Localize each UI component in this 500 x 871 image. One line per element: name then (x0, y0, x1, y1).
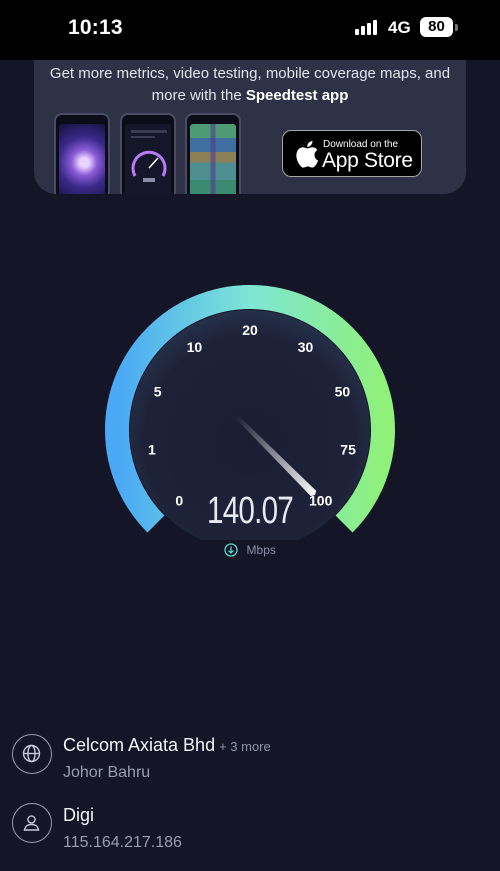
client-isp-row: Digi 115.164.217.186 (0, 795, 500, 855)
app-store-big-text: App Store (322, 149, 413, 172)
gauge-tick-label: 1 (148, 442, 156, 458)
apple-icon (296, 140, 319, 168)
battery-icon: 80 (420, 17, 453, 37)
promo-phone-screenshot (120, 113, 176, 194)
battery-tip (455, 24, 458, 31)
promo-banner: Get more metrics, video testing, mobile … (34, 60, 466, 194)
provider-more[interactable]: + 3 more (219, 739, 271, 754)
client-ip: 115.164.217.186 (63, 834, 182, 851)
speed-unit-row: Mbps (200, 541, 300, 559)
provider-location: Johor Bahru (63, 764, 151, 781)
promo-phone-screenshot (54, 113, 110, 194)
provider-name: Celcom Axiata Bhd (63, 735, 216, 755)
promo-phone-screenshot (185, 113, 241, 194)
client-isp: Digi (63, 805, 95, 825)
speed-unit: Mbps (246, 542, 276, 557)
gauge-tick-label: 10 (187, 339, 203, 355)
user-icon (12, 803, 52, 843)
gauge-tick-label: 20 (242, 322, 258, 338)
globe-icon (12, 734, 52, 774)
download-arrow-icon (224, 543, 238, 557)
status-bar: 10:13 4G 80 (0, 0, 500, 60)
gauge-tick-label: 5 (154, 384, 162, 400)
signal-icon (355, 20, 381, 35)
gauge-tick-label: 30 (298, 339, 314, 355)
status-time: 10:13 (68, 16, 123, 39)
promo-text: Get more metrics, video testing, mobile … (49, 65, 451, 104)
server-provider-row[interactable]: Celcom Axiata Bhd + 3 more Johor Bahru (0, 725, 500, 785)
promo-app-name: Speedtest app (245, 87, 349, 104)
network-type: 4G (388, 18, 411, 37)
gauge-tick-label: 75 (340, 442, 356, 458)
app-store-button[interactable]: Download on the App Store (282, 130, 422, 177)
speed-value: 140.07 (207, 490, 294, 532)
gauge-tick-label: 50 (335, 384, 351, 400)
provider-name-line: Celcom Axiata Bhd + 3 more (63, 735, 271, 756)
